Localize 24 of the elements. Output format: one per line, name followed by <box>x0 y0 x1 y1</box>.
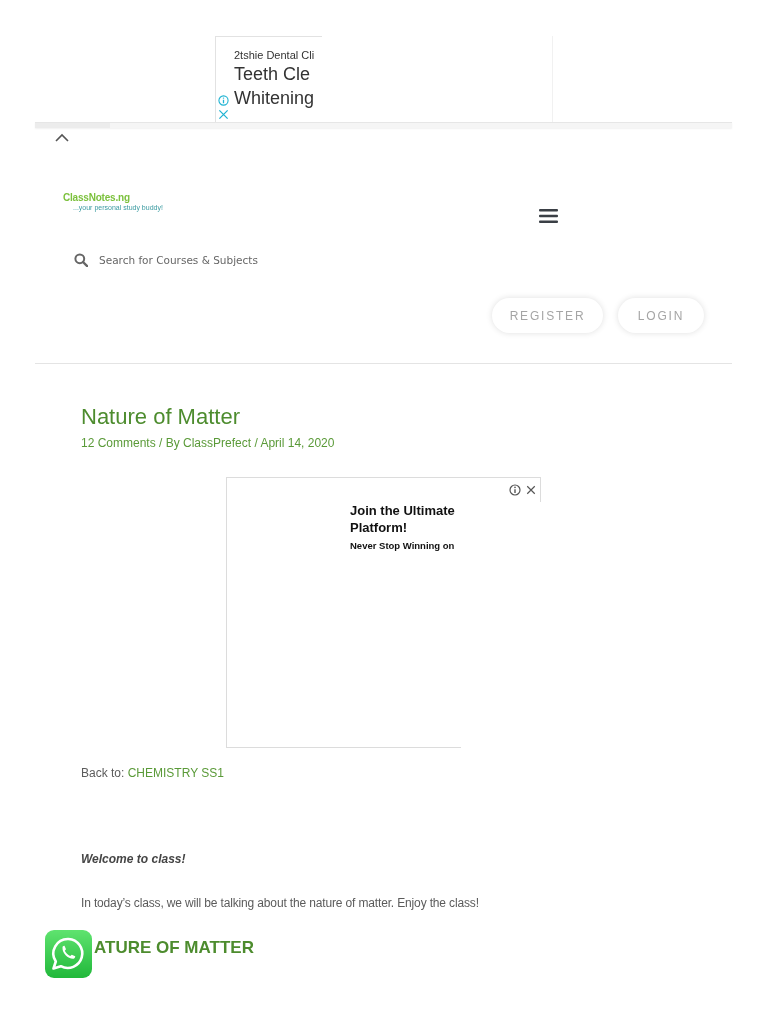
course-link[interactable]: CHEMISTRY SS1 <box>127 766 224 780</box>
close-icon[interactable] <box>526 485 536 495</box>
intro-paragraph: In today’s class, we will be talking about the nature of matter. Enjoy the class! <box>81 895 479 912</box>
search-icon[interactable] <box>74 253 88 267</box>
welcome-text: Welcome to class! <box>81 851 186 868</box>
ad-advertiser: 2tshie Dental Cli <box>234 48 315 62</box>
section-heading: ATURE OF MATTER <box>94 937 254 959</box>
chat-phone-icon[interactable] <box>45 930 92 978</box>
post-title: Nature of Matter <box>81 403 240 431</box>
search-field[interactable]: Search for Courses & Subjects <box>99 252 299 268</box>
ad-headline: Platform! <box>350 519 408 536</box>
ad-headline: Join the Ultimate <box>350 502 455 519</box>
chevron-up-icon[interactable] <box>55 133 69 142</box>
ad-headline: Teeth Cle <box>234 63 311 86</box>
ad-headline: Whitening <box>234 87 315 110</box>
post-meta: 12 Comments / By ClassPrefect / April 14, 2020 <box>81 435 335 452</box>
ad-subline: Never Stop Winning on <box>350 539 455 553</box>
ad-frame[interactable]: Join the Ultimate Platform! Never Stop Winning on <box>226 477 541 748</box>
menu-icon[interactable] <box>539 209 558 223</box>
register-button[interactable]: REGISTER <box>492 298 603 333</box>
logo-name[interactable]: ClassNotes.ng <box>63 192 130 204</box>
login-button[interactable]: LOGIN <box>618 298 704 333</box>
back-to-text: Back to: CHEMISTRY SS1 <box>81 765 224 782</box>
info-icon[interactable] <box>509 484 521 496</box>
